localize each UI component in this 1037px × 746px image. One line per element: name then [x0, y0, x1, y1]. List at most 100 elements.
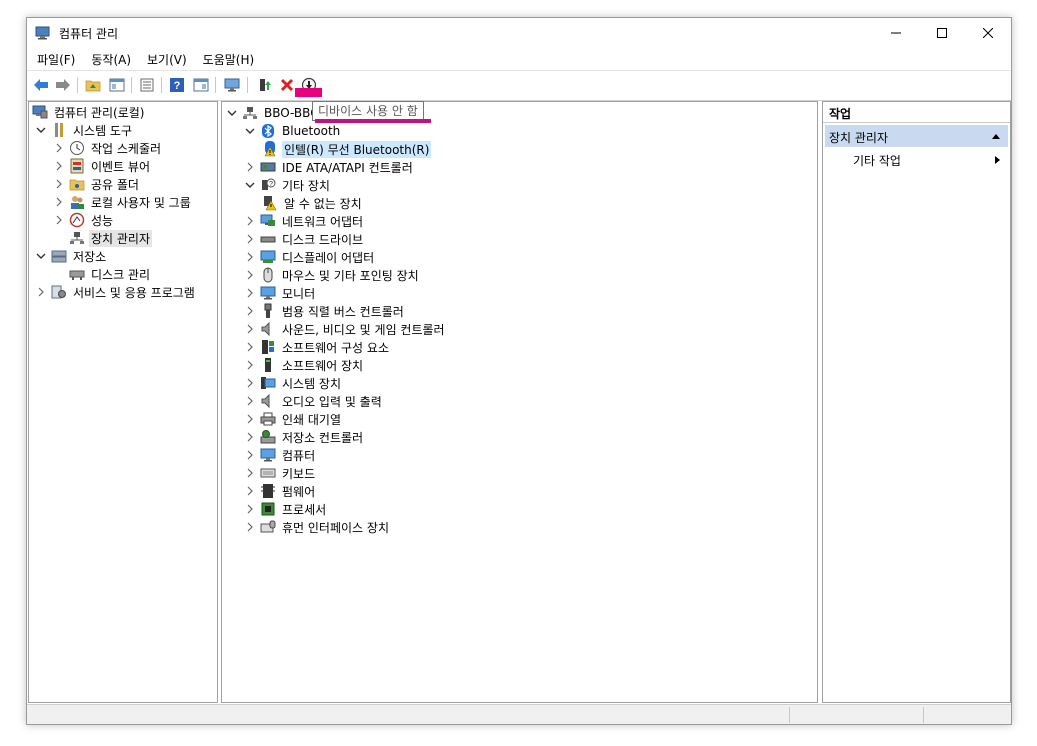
device-tree-item-label: IDE ATA/ATAPI 컨트롤러	[282, 160, 413, 175]
device-tree-root[interactable]: BBO-BBO	[226, 104, 322, 122]
chevron-right-icon[interactable]	[53, 214, 65, 226]
tree-node-shared-folders[interactable]: 공유 폴더	[53, 175, 141, 193]
device-tree-item[interactable]: 인텔(R) 무선 Bluetooth(R)	[262, 140, 432, 158]
back-button[interactable]	[31, 75, 51, 95]
chevron-right-icon[interactable]	[244, 485, 256, 497]
device-tree-item[interactable]: IDE ATA/ATAPI 컨트롤러	[244, 158, 415, 176]
device-tree-item[interactable]: 컴퓨터	[244, 446, 317, 464]
chevron-right-icon[interactable]	[244, 521, 256, 533]
chevron-right-icon[interactable]	[244, 467, 256, 479]
chevron-right-icon[interactable]	[244, 503, 256, 515]
tree-node-storage[interactable]: 저장소	[35, 247, 108, 265]
menu-action[interactable]: 동작(A)	[81, 48, 137, 70]
chevron-right-icon[interactable]	[53, 178, 65, 190]
chevron-down-icon[interactable]	[35, 250, 47, 262]
minimize-button[interactable]	[873, 18, 919, 48]
up-folder-button[interactable]	[83, 75, 103, 95]
chevron-right-icon[interactable]	[244, 431, 256, 443]
device-tree-item[interactable]: Bluetooth	[244, 122, 342, 140]
chevron-down-icon[interactable]	[35, 124, 47, 136]
chevron-right-icon[interactable]	[53, 142, 65, 154]
chevron-right-icon[interactable]	[244, 449, 256, 461]
close-button[interactable]	[965, 18, 1011, 48]
device-tree-item-label: 기타 장치	[282, 178, 330, 193]
tree-node-performance[interactable]: 성능	[53, 211, 115, 229]
monitor-scan-icon	[224, 78, 240, 92]
tooltip: 디바이스 사용 안 함	[312, 101, 424, 121]
device-tree-item[interactable]: 오디오 입력 및 출력	[244, 392, 384, 410]
chevron-right-icon[interactable]	[244, 251, 256, 263]
tree-node-task-scheduler[interactable]: 작업 스케줄러	[53, 139, 163, 157]
minimize-icon	[891, 32, 901, 34]
device-tree-item[interactable]: 네트워크 어댑터	[244, 212, 365, 230]
device-tree-item[interactable]: 펌웨어	[244, 482, 317, 500]
chevron-right-icon[interactable]	[244, 269, 256, 281]
device-tree-item[interactable]: 소프트웨어 구성 요소	[244, 338, 391, 356]
chevron-right-icon[interactable]	[244, 305, 256, 317]
maximize-button[interactable]	[919, 18, 965, 48]
chevron-right-icon[interactable]	[53, 160, 65, 172]
chevron-right-icon[interactable]	[244, 323, 256, 335]
forward-button[interactable]	[53, 75, 73, 95]
device-tree-item[interactable]: 소프트웨어 장치	[244, 356, 365, 374]
chevron-down-icon[interactable]	[244, 125, 256, 137]
chevron-right-icon[interactable]	[244, 161, 256, 173]
device-tree-item[interactable]: 휴먼 인터페이스 장치	[244, 518, 391, 536]
computer-management-icon	[32, 104, 48, 120]
storage-controller-icon	[260, 429, 276, 445]
toolbar-separator	[77, 77, 78, 93]
disk-icon	[69, 266, 85, 282]
show-hide-action-pane-button[interactable]	[191, 75, 211, 95]
tree-node-computer-management[interactable]: 컴퓨터 관리(로컬)	[32, 103, 146, 121]
chevron-right-icon[interactable]	[244, 215, 256, 227]
properties-button[interactable]	[137, 75, 157, 95]
computer-management-window: 컴퓨터 관리 파일(F) 동작(A) 보기(V) 도움말(H) ? 디바이스 사…	[26, 17, 1012, 725]
tree-node-disk-management[interactable]: 디스크 관리	[69, 265, 152, 283]
actions-header: 작업	[823, 102, 1010, 123]
chevron-down-icon[interactable]	[226, 107, 238, 119]
device-tree-item[interactable]: 알 수 없는 장치	[262, 194, 364, 212]
device-tree-item[interactable]: 마우스 및 기타 포인팅 장치	[244, 266, 421, 284]
device-tree-item[interactable]: 저장소 컨트롤러	[244, 428, 365, 446]
chevron-right-icon[interactable]	[244, 377, 256, 389]
chevron-right-icon[interactable]	[244, 395, 256, 407]
menu-file[interactable]: 파일(F)	[27, 48, 81, 70]
device-tree-item[interactable]: 사운드, 비디오 및 게임 컨트롤러	[244, 320, 447, 338]
device-tree-item[interactable]: ? 기타 장치	[244, 176, 332, 194]
tree-node-device-manager[interactable]: 장치 관리자	[69, 229, 153, 247]
device-tree-item[interactable]: 시스템 장치	[244, 374, 343, 392]
help-button[interactable]: ?	[167, 75, 187, 95]
chevron-right-icon[interactable]	[244, 413, 256, 425]
menu-help[interactable]: 도움말(H)	[193, 48, 261, 70]
scan-hardware-button[interactable]	[222, 75, 242, 95]
more-actions-item[interactable]: 기타 작업	[853, 152, 901, 169]
toolbar: ?	[27, 70, 1011, 101]
device-tree-item[interactable]: 프로세서	[244, 500, 328, 518]
chevron-right-icon[interactable]	[35, 286, 47, 298]
device-tree-item-label: 디스크 드라이브	[282, 232, 364, 247]
tree-node-services-applications[interactable]: 서비스 및 응용 프로그램	[35, 283, 197, 301]
chevron-right-icon[interactable]	[244, 359, 256, 371]
update-driver-button[interactable]	[255, 75, 275, 95]
show-hide-console-tree-button[interactable]	[107, 75, 127, 95]
tree-node-event-viewer[interactable]: 이벤트 뷰어	[53, 157, 152, 175]
chevron-right-icon[interactable]	[244, 341, 256, 353]
window-title: 컴퓨터 관리	[59, 27, 119, 41]
chevron-right-icon[interactable]	[244, 287, 256, 299]
device-tree-item[interactable]: 범용 직렬 버스 컨트롤러	[244, 302, 406, 320]
collapse-caret-icon[interactable]	[992, 134, 1000, 139]
tree-node-local-users[interactable]: 로컬 사용자 및 그룹	[53, 193, 193, 211]
device-tree-item[interactable]: 인쇄 대기열	[244, 410, 343, 428]
chevron-down-icon[interactable]	[244, 179, 256, 191]
uninstall-device-button[interactable]	[277, 75, 297, 95]
chevron-right-icon[interactable]	[53, 196, 65, 208]
menu-view[interactable]: 보기(V)	[137, 48, 193, 70]
tree-node-system-tools[interactable]: 시스템 도구	[35, 121, 134, 139]
device-tree-item[interactable]: 모니터	[244, 284, 317, 302]
device-tree-item[interactable]: 디스플레이 어댑터	[244, 248, 376, 266]
device-tree-item[interactable]: 키보드	[244, 464, 317, 482]
chevron-right-icon[interactable]	[244, 233, 256, 245]
actions-section-device-manager[interactable]: 장치 관리자	[825, 125, 1008, 147]
help-icon: ?	[170, 78, 184, 92]
device-tree-item[interactable]: 디스크 드라이브	[244, 230, 365, 248]
